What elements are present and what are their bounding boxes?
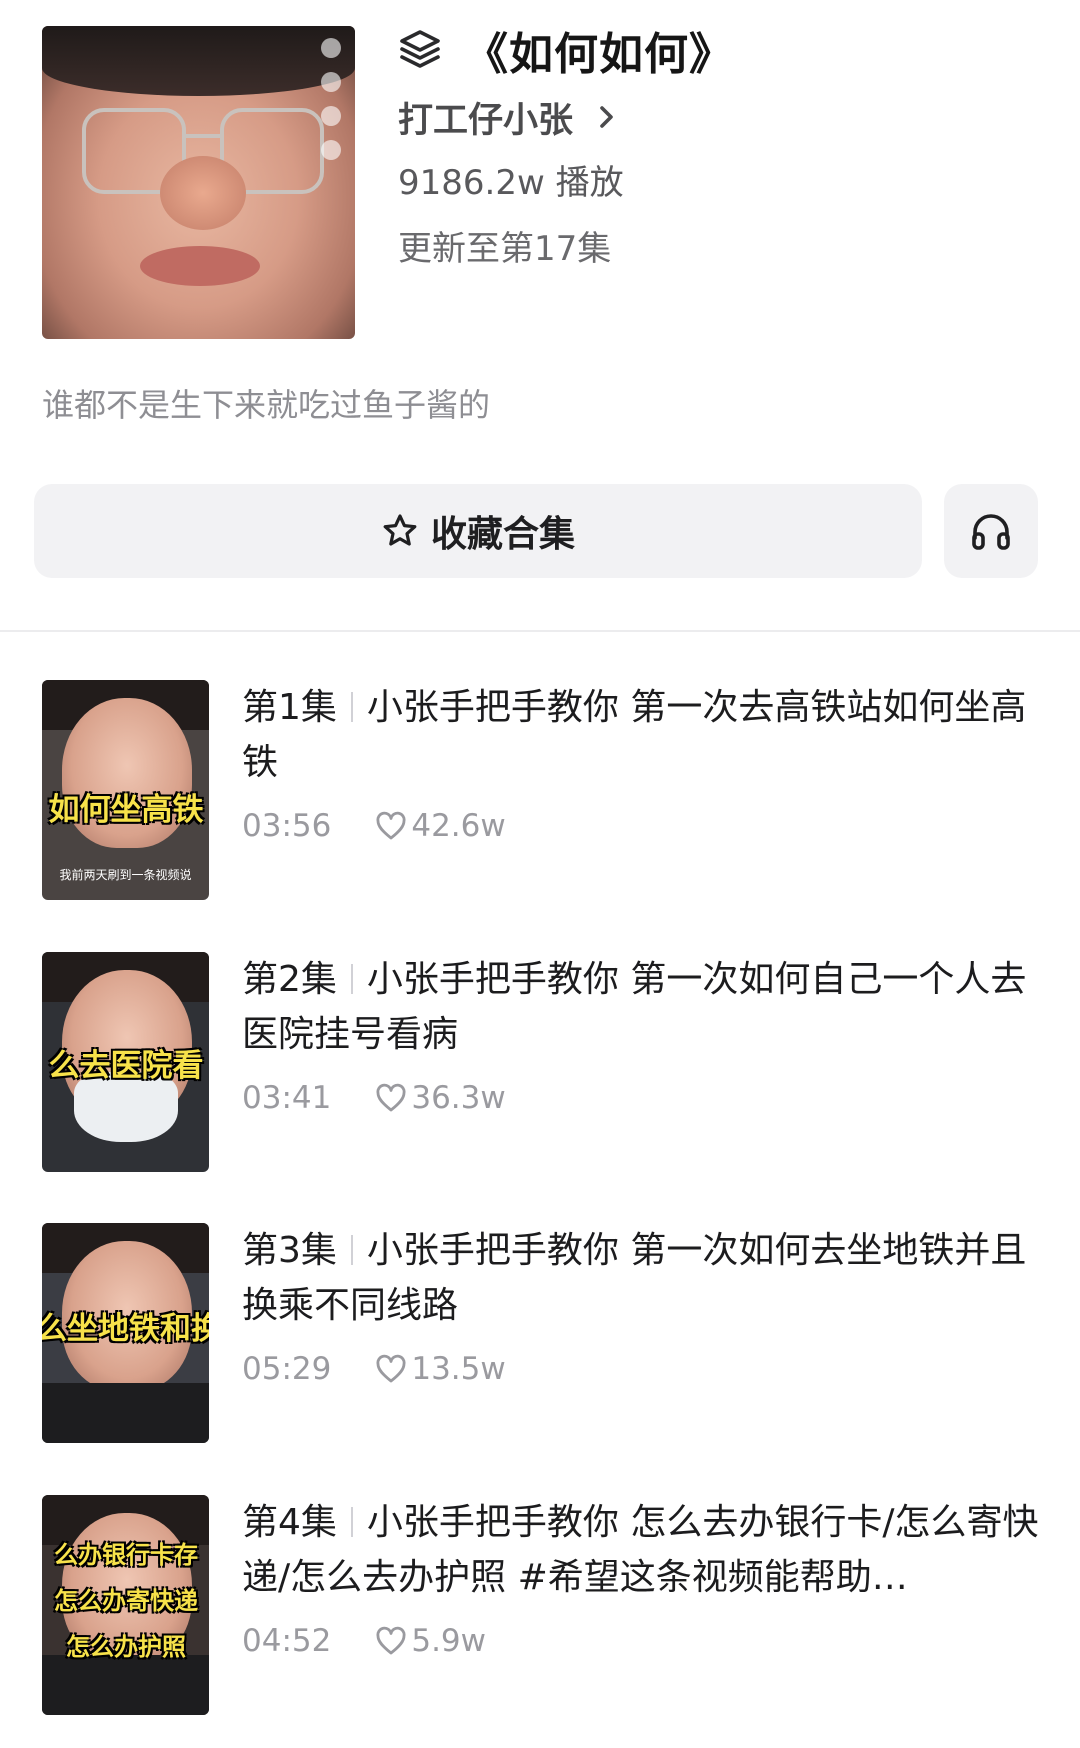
collection-description: 谁都不是生下来就吃过鱼子酱的 — [42, 386, 491, 424]
episode-meta: 03:41 36.3w — [242, 1080, 1042, 1116]
cover-glasses-bridge — [182, 134, 222, 138]
cover-mouth — [140, 246, 260, 286]
episode-title-line: 第1集 小张手把手教你 第一次去高铁站如何坐高铁 — [242, 680, 1042, 790]
episode-item[interactable]: 如何坐高铁 我前两天刷到一条视频说 第1集 小张手把手教你 第一次去高铁站如何坐高… — [0, 680, 1080, 900]
episode-likes: 42.6w — [411, 808, 506, 844]
episode-title-line: 第3集 小张手把手教你 第一次如何去坐地铁并且换乘不同线路 — [242, 1223, 1042, 1333]
episode-text: 第1集 小张手把手教你 第一次去高铁站如何坐高铁 03:56 42.6w — [242, 680, 1042, 844]
thumbnail-caption: 么去医院看 — [48, 1048, 204, 1084]
title-separator — [350, 964, 353, 994]
cover-hair — [42, 26, 355, 96]
title-separator — [350, 1235, 353, 1265]
collection-title: 《如何如何》 — [464, 29, 734, 80]
episode-likes: 13.5w — [411, 1351, 506, 1387]
episode-title-line: 第4集 小张手把手教你 怎么去办银行卡/怎么寄快递/怎么去办护照 #希望这条视频能… — [242, 1495, 1042, 1605]
episode-title: 小张手把手教你 第一次去高铁站如何坐高铁 — [242, 687, 1027, 783]
episode-title: 小张手把手教你 怎么去办银行卡/怎么寄快递/怎么去办护照 #希望这条视频能帮助… — [242, 1502, 1039, 1598]
thumbnail-caption: 么坐地铁和换 — [42, 1311, 209, 1347]
episode-duration: 05:29 — [242, 1351, 332, 1387]
layers-icon — [400, 30, 440, 68]
episode-likes: 36.3w — [411, 1080, 506, 1116]
thumbnail-caption: 怎么办护照 — [66, 1633, 186, 1661]
episode-item[interactable]: 么坐地铁和换 第3集 小张手把手教你 第一次如何去坐地铁并且换乘不同线路 05:2… — [0, 1223, 1080, 1443]
thumbnail-jacket — [42, 1383, 209, 1443]
collection-info: 《如何如何》 打工仔小张 9186.2w 播放 更新至第17集 — [398, 22, 1038, 276]
episode-thumbnail[interactable]: 如何坐高铁 我前两天刷到一条视频说 — [42, 680, 209, 900]
play-count: 9186.2w 播放 — [398, 163, 624, 203]
episode-title: 小张手把手教你 第一次如何去坐地铁并且换乘不同线路 — [242, 1230, 1027, 1326]
favorite-collection-button[interactable]: 收藏合集 — [34, 484, 922, 578]
episode-number: 第1集 — [242, 687, 337, 728]
episode-number: 第3集 — [242, 1230, 337, 1271]
episode-duration: 03:41 — [242, 1080, 332, 1116]
collection-page: 《如何如何》 打工仔小张 9186.2w 播放 更新至第17集 谁都不是生下来就… — [0, 0, 1080, 1748]
thumbnail-jacket — [42, 1655, 209, 1715]
thumbnail-subtitle: 我前两天刷到一条视频说 — [59, 868, 192, 882]
episode-thumbnail[interactable]: 么去医院看 — [42, 952, 209, 1172]
episode-item[interactable]: 么办银行卡存 怎么办寄快递 怎么办护照 第4集 小张手把手教你 怎么去办银行卡/怎… — [0, 1495, 1080, 1715]
heart-icon — [376, 811, 406, 840]
cover-overlay-icon — [321, 106, 341, 126]
favorite-label: 收藏合集 — [430, 514, 575, 555]
episode-item[interactable]: 么去医院看 第2集 小张手把手教你 第一次如何自己一个人去医院挂号看病 03:41… — [0, 952, 1080, 1172]
cover-overlay-icon — [321, 72, 341, 92]
cover-overlay-icon — [321, 140, 341, 160]
episode-title-line: 第2集 小张手把手教你 第一次如何自己一个人去医院挂号看病 — [242, 952, 1042, 1062]
star-icon — [383, 514, 417, 546]
episode-likes: 5.9w — [411, 1623, 486, 1659]
section-divider — [0, 630, 1080, 632]
episode-meta: 05:29 13.5w — [242, 1351, 1042, 1387]
heart-icon — [376, 1083, 406, 1112]
title-separator — [350, 692, 353, 722]
episode-meta: 04:52 5.9w — [242, 1623, 1042, 1659]
cover-overlay-icons — [321, 38, 341, 160]
collection-cover-image[interactable] — [42, 26, 355, 339]
update-status: 更新至第17集 — [398, 229, 612, 269]
episode-text: 第3集 小张手把手教你 第一次如何去坐地铁并且换乘不同线路 05:29 13.5w — [242, 1223, 1042, 1387]
episode-number: 第2集 — [242, 959, 337, 1000]
author-link[interactable]: 打工仔小张 — [398, 90, 1038, 144]
thumbnail-caption: 怎么办寄快递 — [54, 1587, 198, 1615]
episode-title: 小张手把手教你 第一次如何自己一个人去医院挂号看病 — [242, 959, 1027, 1055]
episode-duration: 04:52 — [242, 1623, 332, 1659]
episode-duration: 03:56 — [242, 808, 332, 844]
episode-number: 第4集 — [242, 1502, 337, 1543]
episode-meta: 03:56 42.6w — [242, 808, 1042, 844]
thumbnail-caption: 么办银行卡存 — [54, 1541, 198, 1569]
episode-thumbnail[interactable]: 么坐地铁和换 — [42, 1223, 209, 1443]
headphones-icon — [972, 514, 1010, 550]
heart-icon — [376, 1626, 406, 1655]
episode-thumbnail[interactable]: 么办银行卡存 怎么办寄快递 怎么办护照 — [42, 1495, 209, 1715]
title-separator — [350, 1507, 353, 1537]
cover-overlay-icon — [321, 38, 341, 58]
chevron-right-icon[interactable] — [597, 103, 617, 131]
thumbnail-caption: 如何坐高铁 — [48, 792, 204, 828]
title-row: 《如何如何》 — [398, 22, 1038, 80]
episode-text: 第2集 小张手把手教你 第一次如何自己一个人去医院挂号看病 03:41 36.3w — [242, 952, 1042, 1116]
heart-icon — [376, 1354, 406, 1383]
author-name[interactable]: 打工仔小张 — [398, 92, 573, 143]
cover-nose — [160, 156, 246, 230]
episode-text: 第4集 小张手把手教你 怎么去办银行卡/怎么寄快递/怎么去办护照 #希望这条视频能… — [242, 1495, 1042, 1659]
listen-button[interactable] — [944, 484, 1038, 578]
